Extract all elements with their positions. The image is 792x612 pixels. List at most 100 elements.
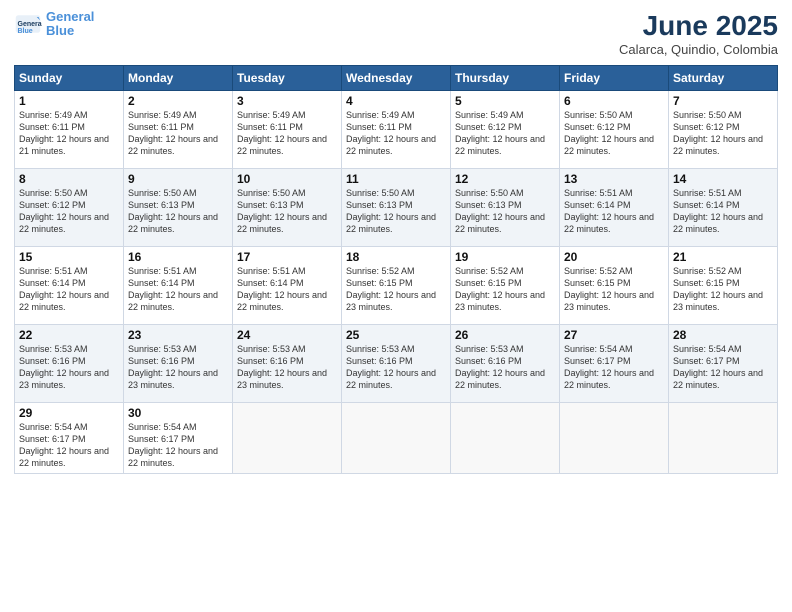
header-sunday: Sunday [15, 66, 124, 91]
day-number: 12 [455, 172, 555, 186]
day-cell: 16 Sunrise: 5:51 AM Sunset: 6:14 PM Dayl… [124, 247, 233, 325]
day-number: 24 [237, 328, 337, 342]
location: Calarca, Quindio, Colombia [619, 42, 778, 57]
day-info: Sunrise: 5:52 AM Sunset: 6:15 PM Dayligh… [455, 265, 555, 314]
day-number: 20 [564, 250, 664, 264]
day-info: Sunrise: 5:51 AM Sunset: 6:14 PM Dayligh… [128, 265, 228, 314]
logo-icon: General Blue [14, 10, 42, 38]
day-info: Sunrise: 5:53 AM Sunset: 6:16 PM Dayligh… [128, 343, 228, 392]
day-number: 23 [128, 328, 228, 342]
day-number: 14 [673, 172, 773, 186]
day-number: 26 [455, 328, 555, 342]
day-number: 29 [19, 406, 119, 420]
day-info: Sunrise: 5:49 AM Sunset: 6:11 PM Dayligh… [346, 109, 446, 158]
calendar-week-row: 29 Sunrise: 5:54 AM Sunset: 6:17 PM Dayl… [15, 403, 778, 474]
header: General Blue GeneralBlue June 2025 Calar… [14, 10, 778, 57]
day-number: 17 [237, 250, 337, 264]
day-cell: 24 Sunrise: 5:53 AM Sunset: 6:16 PM Dayl… [233, 325, 342, 403]
svg-text:Blue: Blue [18, 28, 33, 35]
empty-cell [560, 403, 669, 474]
day-info: Sunrise: 5:49 AM Sunset: 6:11 PM Dayligh… [128, 109, 228, 158]
day-cell: 12 Sunrise: 5:50 AM Sunset: 6:13 PM Dayl… [451, 169, 560, 247]
day-info: Sunrise: 5:53 AM Sunset: 6:16 PM Dayligh… [237, 343, 337, 392]
header-tuesday: Tuesday [233, 66, 342, 91]
day-info: Sunrise: 5:50 AM Sunset: 6:12 PM Dayligh… [564, 109, 664, 158]
day-number: 13 [564, 172, 664, 186]
day-number: 5 [455, 94, 555, 108]
day-info: Sunrise: 5:50 AM Sunset: 6:12 PM Dayligh… [19, 187, 119, 236]
day-info: Sunrise: 5:49 AM Sunset: 6:11 PM Dayligh… [237, 109, 337, 158]
day-info: Sunrise: 5:53 AM Sunset: 6:16 PM Dayligh… [19, 343, 119, 392]
header-monday: Monday [124, 66, 233, 91]
day-cell: 29 Sunrise: 5:54 AM Sunset: 6:17 PM Dayl… [15, 403, 124, 474]
day-number: 30 [128, 406, 228, 420]
day-number: 3 [237, 94, 337, 108]
day-cell: 26 Sunrise: 5:53 AM Sunset: 6:16 PM Dayl… [451, 325, 560, 403]
day-info: Sunrise: 5:49 AM Sunset: 6:12 PM Dayligh… [455, 109, 555, 158]
day-cell: 19 Sunrise: 5:52 AM Sunset: 6:15 PM Dayl… [451, 247, 560, 325]
day-number: 11 [346, 172, 446, 186]
day-cell: 22 Sunrise: 5:53 AM Sunset: 6:16 PM Dayl… [15, 325, 124, 403]
empty-cell [451, 403, 560, 474]
day-cell: 7 Sunrise: 5:50 AM Sunset: 6:12 PM Dayli… [669, 91, 778, 169]
day-cell: 23 Sunrise: 5:53 AM Sunset: 6:16 PM Dayl… [124, 325, 233, 403]
day-info: Sunrise: 5:54 AM Sunset: 6:17 PM Dayligh… [564, 343, 664, 392]
month-title: June 2025 [619, 10, 778, 42]
day-number: 7 [673, 94, 773, 108]
day-number: 21 [673, 250, 773, 264]
day-info: Sunrise: 5:51 AM Sunset: 6:14 PM Dayligh… [19, 265, 119, 314]
day-info: Sunrise: 5:50 AM Sunset: 6:13 PM Dayligh… [346, 187, 446, 236]
day-cell: 10 Sunrise: 5:50 AM Sunset: 6:13 PM Dayl… [233, 169, 342, 247]
day-number: 8 [19, 172, 119, 186]
day-number: 6 [564, 94, 664, 108]
day-info: Sunrise: 5:49 AM Sunset: 6:11 PM Dayligh… [19, 109, 119, 158]
day-info: Sunrise: 5:50 AM Sunset: 6:13 PM Dayligh… [455, 187, 555, 236]
day-cell: 27 Sunrise: 5:54 AM Sunset: 6:17 PM Dayl… [560, 325, 669, 403]
calendar-week-row: 1 Sunrise: 5:49 AM Sunset: 6:11 PM Dayli… [15, 91, 778, 169]
header-wednesday: Wednesday [342, 66, 451, 91]
empty-cell [233, 403, 342, 474]
day-number: 2 [128, 94, 228, 108]
header-saturday: Saturday [669, 66, 778, 91]
day-cell: 8 Sunrise: 5:50 AM Sunset: 6:12 PM Dayli… [15, 169, 124, 247]
day-info: Sunrise: 5:50 AM Sunset: 6:13 PM Dayligh… [237, 187, 337, 236]
day-info: Sunrise: 5:52 AM Sunset: 6:15 PM Dayligh… [564, 265, 664, 314]
day-number: 19 [455, 250, 555, 264]
day-cell: 13 Sunrise: 5:51 AM Sunset: 6:14 PM Dayl… [560, 169, 669, 247]
empty-cell [669, 403, 778, 474]
calendar-week-row: 22 Sunrise: 5:53 AM Sunset: 6:16 PM Dayl… [15, 325, 778, 403]
day-cell: 25 Sunrise: 5:53 AM Sunset: 6:16 PM Dayl… [342, 325, 451, 403]
day-cell: 28 Sunrise: 5:54 AM Sunset: 6:17 PM Dayl… [669, 325, 778, 403]
day-info: Sunrise: 5:53 AM Sunset: 6:16 PM Dayligh… [346, 343, 446, 392]
day-info: Sunrise: 5:52 AM Sunset: 6:15 PM Dayligh… [673, 265, 773, 314]
day-number: 28 [673, 328, 773, 342]
header-thursday: Thursday [451, 66, 560, 91]
day-info: Sunrise: 5:50 AM Sunset: 6:12 PM Dayligh… [673, 109, 773, 158]
day-info: Sunrise: 5:50 AM Sunset: 6:13 PM Dayligh… [128, 187, 228, 236]
day-info: Sunrise: 5:51 AM Sunset: 6:14 PM Dayligh… [564, 187, 664, 236]
calendar-week-row: 8 Sunrise: 5:50 AM Sunset: 6:12 PM Dayli… [15, 169, 778, 247]
day-info: Sunrise: 5:53 AM Sunset: 6:16 PM Dayligh… [455, 343, 555, 392]
day-number: 16 [128, 250, 228, 264]
logo: General Blue GeneralBlue [14, 10, 94, 39]
day-number: 18 [346, 250, 446, 264]
day-info: Sunrise: 5:51 AM Sunset: 6:14 PM Dayligh… [237, 265, 337, 314]
svg-text:General: General [18, 21, 43, 28]
weekday-header-row: Sunday Monday Tuesday Wednesday Thursday… [15, 66, 778, 91]
day-info: Sunrise: 5:54 AM Sunset: 6:17 PM Dayligh… [673, 343, 773, 392]
calendar-week-row: 15 Sunrise: 5:51 AM Sunset: 6:14 PM Dayl… [15, 247, 778, 325]
day-number: 22 [19, 328, 119, 342]
day-number: 9 [128, 172, 228, 186]
calendar-container: General Blue GeneralBlue June 2025 Calar… [0, 0, 792, 484]
day-cell: 17 Sunrise: 5:51 AM Sunset: 6:14 PM Dayl… [233, 247, 342, 325]
day-cell: 1 Sunrise: 5:49 AM Sunset: 6:11 PM Dayli… [15, 91, 124, 169]
day-info: Sunrise: 5:52 AM Sunset: 6:15 PM Dayligh… [346, 265, 446, 314]
title-block: June 2025 Calarca, Quindio, Colombia [619, 10, 778, 57]
day-cell: 15 Sunrise: 5:51 AM Sunset: 6:14 PM Dayl… [15, 247, 124, 325]
day-cell: 9 Sunrise: 5:50 AM Sunset: 6:13 PM Dayli… [124, 169, 233, 247]
day-number: 27 [564, 328, 664, 342]
day-cell: 14 Sunrise: 5:51 AM Sunset: 6:14 PM Dayl… [669, 169, 778, 247]
day-info: Sunrise: 5:54 AM Sunset: 6:17 PM Dayligh… [19, 421, 119, 470]
day-info: Sunrise: 5:54 AM Sunset: 6:17 PM Dayligh… [128, 421, 228, 470]
day-cell: 6 Sunrise: 5:50 AM Sunset: 6:12 PM Dayli… [560, 91, 669, 169]
